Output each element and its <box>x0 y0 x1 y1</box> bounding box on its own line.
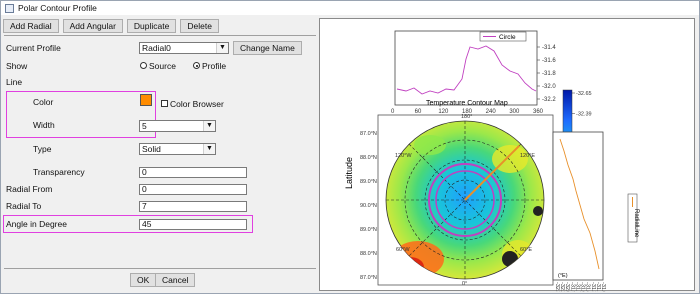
top-y-tick-label: -31.6 <box>542 58 556 64</box>
angle-input[interactable]: 45 <box>139 219 247 230</box>
polar-angle-label: 180° <box>461 114 472 120</box>
chevron-down-icon: ▼ <box>203 144 215 154</box>
polar-angle-label: 120°W <box>395 153 412 159</box>
graph-canvas: Circle 0 60 120 180 240 300 360 -31.4-31.6-31.… <box>344 30 639 292</box>
right-x-tick-label: -31.60 <box>580 282 586 292</box>
top-y-ticks: -31.4 -31.6 -31.8 -32.0 -32.2 <box>537 45 556 103</box>
top-x-tick-label: 240 <box>486 109 497 115</box>
width-select[interactable]: 5 ▼ <box>139 120 216 132</box>
current-profile-select[interactable]: Radial0 ▼ <box>139 42 229 54</box>
transparency-input[interactable]: 0 <box>139 167 247 178</box>
profile-toolbar: Add Radial Add Angular Duplicate Delete <box>3 19 219 33</box>
graph-preview: Circle 0 60 120 180 240 300 360 -31.4 -31.6 -31.… <box>319 18 695 292</box>
source-radio[interactable] <box>140 62 147 69</box>
width-value: 5 <box>142 121 147 131</box>
right-x-tick-label: -32.20 <box>559 282 565 292</box>
polar-lat-tick-label: 87.0°N <box>360 275 377 281</box>
cancel-button[interactable]: Cancel <box>155 273 196 287</box>
polar-contour-profile-dialog: Polar Contour Profile Add Radial Add Ang… <box>0 0 700 294</box>
delete-button[interactable]: Delete <box>180 19 219 33</box>
app-icon <box>5 3 14 13</box>
add-radial-button[interactable]: Add Radial <box>3 19 59 33</box>
line-section-label: Line <box>6 77 23 87</box>
right-x-tick-label: -31.45 <box>585 282 591 292</box>
right-x-tick-label: -31.30 <box>590 282 596 292</box>
polar-lat-tick-label: 88.0°N <box>360 155 377 161</box>
top-x-tick-label: 360 <box>533 109 544 115</box>
right-x-tick-label: -31.05 <box>600 282 606 292</box>
width-label: Width <box>33 120 55 130</box>
profile-radio[interactable] <box>193 62 200 69</box>
ok-button[interactable]: OK <box>130 273 157 287</box>
right-legend-label: RadialLine <box>633 209 639 238</box>
source-radio-label: Source <box>149 61 176 71</box>
change-name-button[interactable]: Change Name <box>233 41 302 55</box>
show-label: Show <box>6 61 28 71</box>
color-swatch[interactable] <box>140 94 152 106</box>
latitude-axis-label: Latitude <box>344 157 354 189</box>
polar-angle-label: 60°E <box>520 247 532 253</box>
polar-angle-label: 120°E <box>520 153 535 159</box>
line-type-select[interactable]: Solid ▼ <box>139 143 216 155</box>
chevron-down-icon: ▼ <box>203 121 215 131</box>
right-x-tick-label: -31.90 <box>569 282 575 292</box>
radial-from-input[interactable]: 0 <box>139 184 247 195</box>
top-plot-frame <box>394 30 538 106</box>
polar-tick-labels: 87.0°N 88.0°N 89.0°N 90.0°N 89.0°N 88.0°N 87.0… <box>360 131 377 281</box>
top-y-tick-label: -32.2 <box>542 97 556 103</box>
colorbar-tick-label: -32.65 <box>576 91 592 97</box>
line-type-value: Solid <box>142 144 161 154</box>
top-y-tick-label: -31.4 <box>542 45 556 51</box>
top-x-tick-label: 60 <box>415 109 422 115</box>
duplicate-button[interactable]: Duplicate <box>126 19 177 33</box>
right-x-tick-label: -32.35 <box>554 282 560 292</box>
type-label: Type <box>33 144 52 154</box>
radial-from-label: Radial From <box>6 184 53 194</box>
right-plot-frame <box>552 131 604 281</box>
current-profile-label: Current Profile <box>6 43 61 53</box>
top-y-tick-label: -32.0 <box>542 84 556 90</box>
right-x-tick-label: -32.05 <box>564 282 570 292</box>
angle-label: Angle in Degree <box>6 219 67 229</box>
chevron-down-icon: ▼ <box>216 43 228 53</box>
color-browser-checkbox[interactable] <box>161 100 168 107</box>
colorbar-tick-label: -32.39 <box>576 112 592 118</box>
right-x-tick-label: -31.75 <box>574 282 580 292</box>
radial-to-label: Radial To <box>6 201 42 211</box>
top-plot-title: Temperature Contour Map <box>426 100 508 107</box>
polar-angle-label: 0° <box>462 281 467 287</box>
polar-angle-label: 60°W <box>396 247 410 253</box>
polar-lat-tick-label: 87.0°N <box>360 131 377 137</box>
top-x-tick-label: 300 <box>509 109 520 115</box>
radial-to-input[interactable]: 7 <box>139 201 247 212</box>
top-x-tick-label: 120 <box>438 109 449 115</box>
color-width-highlight <box>6 91 156 138</box>
polar-lat-tick-label: 90.0°N <box>360 203 377 209</box>
color-label: Color <box>33 97 54 107</box>
right-x-tick-label: -31.15 <box>595 282 601 292</box>
footer-divider <box>4 268 316 269</box>
current-profile-value: Radial0 <box>142 43 171 53</box>
top-y-tick-label: -31.8 <box>542 71 556 77</box>
transparency-label: Transparency <box>33 167 85 177</box>
profile-radio-label: Profile <box>202 61 227 71</box>
window-title: Polar Contour Profile <box>18 3 97 13</box>
polar-lat-tick-label: 89.0°N <box>360 227 377 233</box>
title-bar: Polar Contour Profile <box>1 1 699 15</box>
polar-lat-tick-label: 89.0°N <box>360 179 377 185</box>
right-x-axis-label: (°E) <box>558 273 568 279</box>
top-legend-label: Circle <box>499 34 516 41</box>
add-angular-button[interactable]: Add Angular <box>62 19 123 33</box>
toolbar-divider <box>4 35 316 36</box>
right-x-ticks: -32.35 -32.20 -32.05 -31.90 -31.75 -31.60 -31.… <box>554 282 606 292</box>
polar-lat-tick-label: 88.0°N <box>360 251 377 257</box>
color-browser-label: Color Browser <box>170 99 224 109</box>
top-x-tick-label: 0 <box>391 109 395 115</box>
